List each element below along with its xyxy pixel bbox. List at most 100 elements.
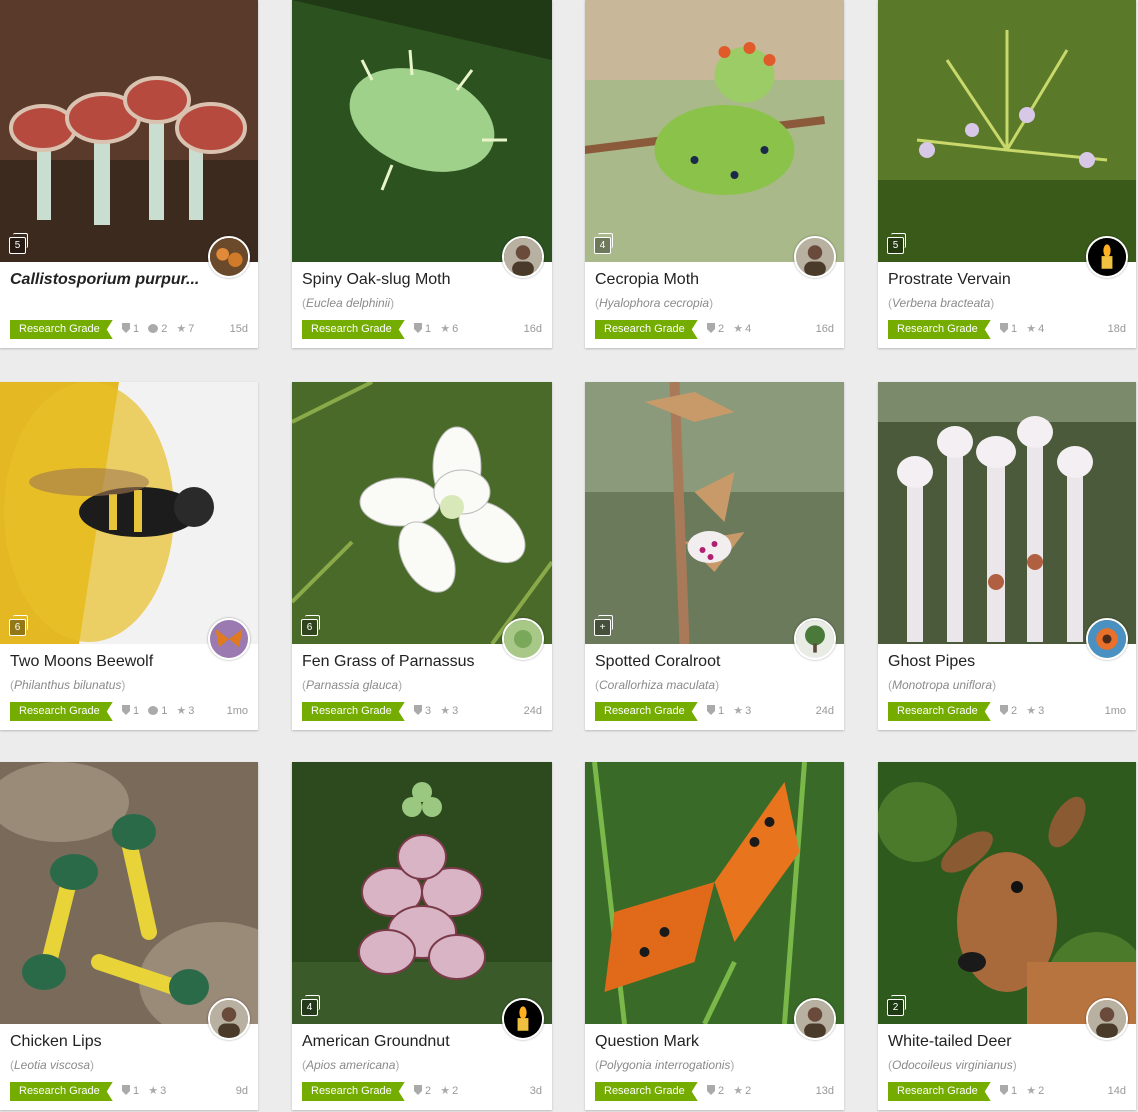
scientific-name-line: (Corallorhiza maculata) — [595, 678, 720, 692]
star-icon: ★ — [1026, 705, 1037, 717]
common-name[interactable]: Spotted Coralroot — [595, 653, 795, 671]
observation-meta: Research Grade 1 ★ 4 18d — [888, 320, 1126, 339]
observation-card[interactable]: 6 Fen Grass of Parnassus (Parnassia glau… — [292, 382, 552, 730]
quality-grade-badge: Research Grade — [10, 702, 113, 721]
observation-card[interactable]: Question Mark (Polygonia interrogationis… — [585, 762, 844, 1110]
observation-stats: 3 ★ 3 — [414, 702, 464, 721]
scientific-name: Monotropa uniflora — [892, 678, 993, 692]
common-name[interactable]: Question Mark — [595, 1033, 795, 1051]
observation-date: 18d — [1107, 323, 1126, 335]
observation-card[interactable]: 5 Prostrate Vervain (Verbena bracteata) … — [878, 0, 1136, 348]
butterfly-photo[interactable] — [585, 762, 844, 1024]
person-avatar[interactable] — [1086, 998, 1128, 1040]
quality-grade-badge: Research Grade — [302, 1082, 405, 1101]
plant-photo[interactable]: 5 — [878, 0, 1136, 262]
scientific-name: Apios americana — [306, 1058, 396, 1072]
scientific-name: Hyalophora cecropia — [599, 296, 710, 310]
scientific-name: Philanthus bilunatus — [14, 678, 122, 692]
faves-count: ★ 2 — [1026, 1085, 1045, 1097]
faves-count: ★ 3 — [1026, 705, 1045, 717]
observation-date: 13d — [815, 1085, 834, 1097]
ghost-pipe-photo[interactable] — [878, 382, 1136, 644]
person-avatar[interactable] — [794, 236, 836, 278]
scientific-name: Parnassia glauca — [306, 678, 399, 692]
observation-meta: Research Grade 1 ★ 3 9d — [10, 1082, 248, 1101]
deer-photo[interactable]: 2 — [878, 762, 1136, 1024]
butterfly-avatar[interactable] — [208, 618, 250, 660]
observation-card[interactable]: Spiny Oak-slug Moth (Euclea delphinii) R… — [292, 0, 552, 348]
common-name[interactable]: Fen Grass of Parnassus — [302, 653, 502, 671]
observation-card[interactable]: 2 White-tailed Deer (Odocoileus virginia… — [878, 762, 1136, 1110]
mushroom-avatar[interactable] — [208, 236, 250, 278]
fungus-photo[interactable] — [0, 762, 258, 1024]
common-name[interactable]: Chicken Lips — [10, 1033, 210, 1051]
observation-stats: 1 ★ 6 — [414, 320, 464, 339]
observation-date: 15d — [229, 323, 248, 335]
photo-count-badge: 4 — [594, 233, 614, 254]
scientific-name-line: (Apios americana) — [302, 1058, 400, 1072]
observation-date: 9d — [235, 1085, 248, 1097]
identifications-count: 1 — [1000, 320, 1017, 339]
observation-meta: Research Grade 2 ★ 3 1mo — [888, 702, 1126, 721]
plant-avatar[interactable] — [502, 618, 544, 660]
observation-card[interactable]: 4 American Groundnut (Apios americana) R… — [292, 762, 552, 1110]
common-name[interactable]: Prostrate Vervain — [888, 271, 1088, 289]
faves-count: ★ 6 — [440, 323, 459, 335]
common-name[interactable]: Spiny Oak-slug Moth — [302, 271, 502, 289]
observation-meta: Research Grade 2 ★ 2 13d — [595, 1082, 834, 1101]
flower-photo[interactable]: 4 — [292, 762, 552, 1024]
observation-meta: Research Grade 3 ★ 3 24d — [302, 702, 542, 721]
person-avatar[interactable] — [502, 236, 544, 278]
star-icon: ★ — [733, 1085, 744, 1097]
faves-count: ★ 4 — [733, 323, 752, 335]
observation-card[interactable]: + Spotted Coralroot (Corallorhiza macula… — [585, 382, 844, 730]
faves-count: ★ 7 — [176, 323, 195, 335]
star-icon: ★ — [1026, 323, 1037, 335]
caterpillar-photo[interactable] — [292, 0, 552, 262]
observation-card[interactable]: Ghost Pipes (Monotropa uniflora) Researc… — [878, 382, 1136, 730]
tree-avatar[interactable] — [794, 618, 836, 660]
flower-photo[interactable]: 6 — [292, 382, 552, 644]
photo-count-badge: + — [594, 615, 614, 636]
observation-stats: 1 2 ★ 7 — [122, 320, 200, 339]
identifications-count: 1 — [122, 702, 139, 721]
identification-icon — [414, 323, 422, 333]
common-name[interactable]: Ghost Pipes — [888, 653, 1088, 671]
common-name[interactable]: White-tailed Deer — [888, 1033, 1088, 1051]
candle-avatar[interactable] — [502, 998, 544, 1040]
observation-card[interactable]: 4 Cecropia Moth (Hyalophora cecropia) Re… — [585, 0, 844, 348]
photo-count-badge: 2 — [887, 995, 907, 1016]
observation-card[interactable]: Chicken Lips (Leotia viscosa) Research G… — [0, 762, 258, 1110]
observation-meta: Research Grade 1 ★ 2 14d — [888, 1082, 1126, 1101]
quality-grade-badge: Research Grade — [10, 1082, 113, 1101]
faves-count: ★ 3 — [733, 705, 752, 717]
scientific-name-line: (Parnassia glauca) — [302, 678, 403, 692]
caterpillar-photo[interactable]: 4 — [585, 0, 844, 262]
common-name[interactable]: Cecropia Moth — [595, 271, 795, 289]
faves-count: ★ 3 — [440, 705, 459, 717]
observation-stats: 2 ★ 2 — [707, 1082, 757, 1101]
candle-avatar[interactable] — [1086, 236, 1128, 278]
observation-grid: 5 Callistosporium purpur... Research Gra… — [0, 0, 1138, 1112]
observation-card[interactable]: 6 Two Moons Beewolf (Philanthus bilunatu… — [0, 382, 258, 730]
common-name[interactable]: Two Moons Beewolf — [10, 653, 210, 671]
observation-meta: Research Grade 1 2 ★ 7 15d — [10, 320, 248, 339]
wasp-photo[interactable]: 6 — [0, 382, 258, 644]
flower-avatar[interactable] — [1086, 618, 1128, 660]
identifications-count: 1 — [414, 320, 431, 339]
scientific-name-line: (Verbena bracteata) — [888, 296, 995, 310]
photo-count-badge: 6 — [9, 615, 29, 636]
observation-date: 16d — [815, 323, 834, 335]
star-icon: ★ — [176, 705, 187, 717]
orchid-photo[interactable]: + — [585, 382, 844, 644]
person-avatar[interactable] — [208, 998, 250, 1040]
faves-count: ★ 3 — [176, 705, 195, 717]
scientific-name: Euclea delphinii — [306, 296, 391, 310]
person-avatar[interactable] — [794, 998, 836, 1040]
quality-grade-badge: Research Grade — [10, 320, 113, 339]
star-icon: ★ — [440, 705, 451, 717]
observation-card[interactable]: 5 Callistosporium purpur... Research Gra… — [0, 0, 258, 348]
mushroom-photo[interactable]: 5 — [0, 0, 258, 262]
common-name[interactable]: Callistosporium purpur... — [10, 271, 210, 289]
common-name[interactable]: American Groundnut — [302, 1033, 502, 1051]
